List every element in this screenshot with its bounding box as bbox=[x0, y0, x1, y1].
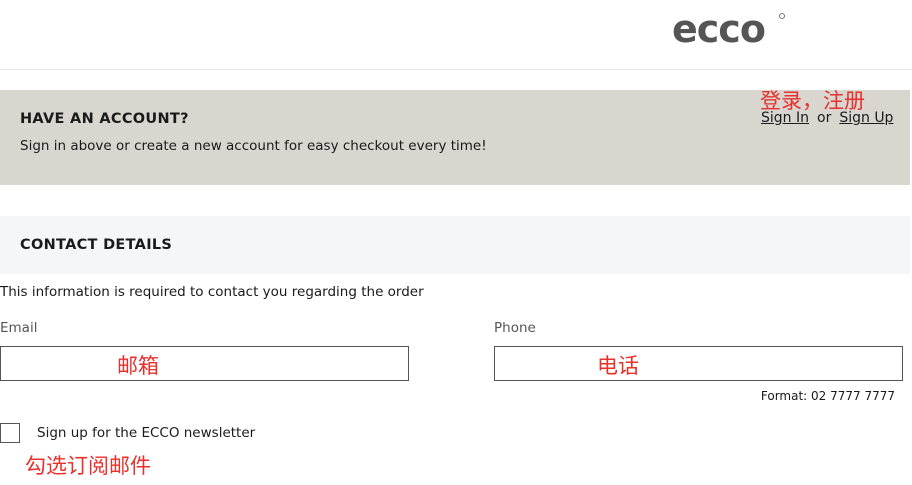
account-links: Sign In or Sign Up bbox=[761, 110, 893, 126]
contact-details-title: CONTACT DETAILS bbox=[20, 237, 173, 253]
contact-details-header: CONTACT DETAILS bbox=[0, 216, 910, 274]
newsletter-annotation: 勾选订阅邮件 bbox=[25, 454, 151, 478]
phone-annotation: 电话 bbox=[597, 354, 639, 378]
account-description: Sign in above or create a new account fo… bbox=[20, 138, 487, 154]
phone-format-hint: Format: 02 7777 7777 bbox=[760, 389, 895, 403]
logo-text: ecco bbox=[672, 10, 765, 48]
contact-info-text: This information is required to contact … bbox=[0, 284, 424, 300]
newsletter-label: Sign up for the ECCO newsletter bbox=[37, 425, 256, 441]
phone-field[interactable]: 电话 bbox=[494, 346, 903, 381]
sign-up-link[interactable]: Sign Up bbox=[839, 110, 893, 126]
site-header: ecco bbox=[0, 0, 912, 70]
account-title: HAVE AN ACCOUNT? bbox=[20, 111, 189, 127]
sign-in-link[interactable]: Sign In bbox=[761, 110, 809, 126]
ecco-logo[interactable]: ecco bbox=[672, 7, 787, 52]
email-annotation: 邮箱 bbox=[117, 354, 159, 378]
account-panel: HAVE AN ACCOUNT? Sign in above or create… bbox=[0, 89, 910, 185]
or-separator: or bbox=[817, 110, 832, 126]
registered-mark bbox=[779, 13, 785, 19]
phone-label: Phone bbox=[494, 320, 536, 336]
ecco-logo-mark: ecco bbox=[672, 7, 785, 51]
email-field[interactable]: 邮箱 bbox=[0, 346, 409, 381]
newsletter-checkbox[interactable] bbox=[0, 423, 20, 443]
email-label: Email bbox=[0, 320, 38, 336]
